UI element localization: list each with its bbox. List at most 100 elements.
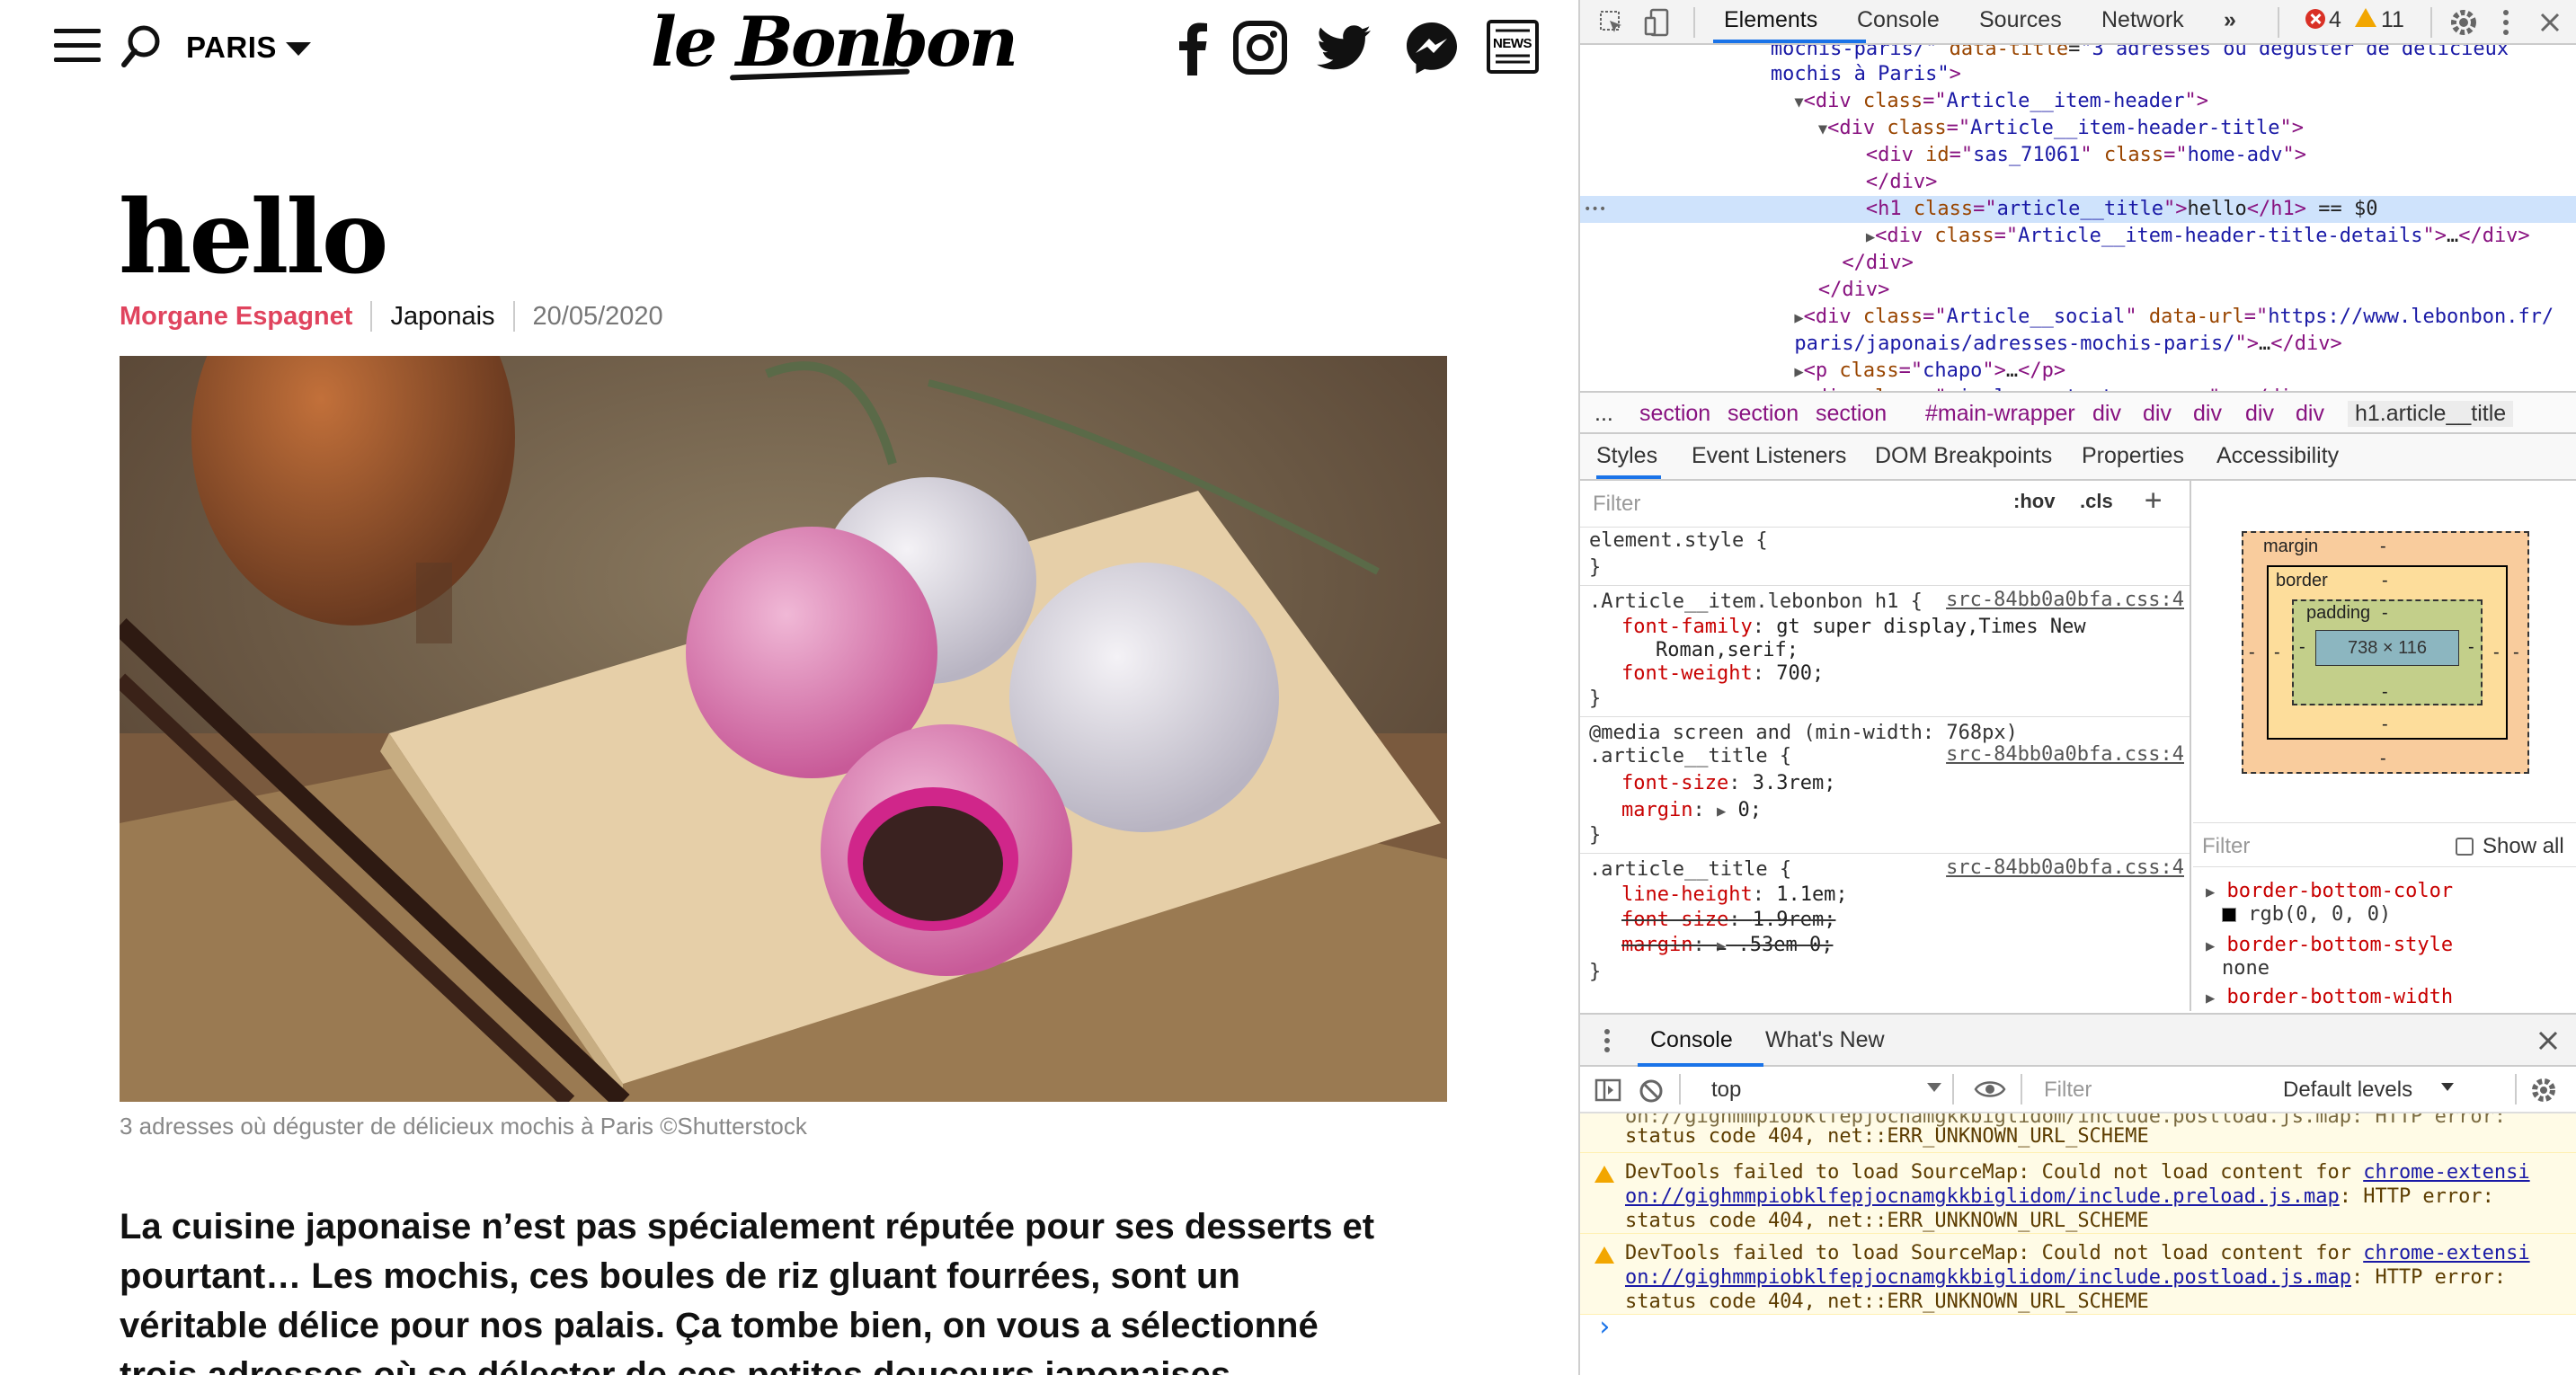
- padding-left-value[interactable]: -: [2299, 637, 2305, 658]
- stylesheet-link[interactable]: src-84bb0a0bfa.css:4: [1946, 856, 2184, 879]
- instagram-icon[interactable]: [1230, 18, 1290, 77]
- css-property[interactable]: font-size: [1621, 772, 1728, 794]
- styles-filter-input[interactable]: Filter: [1587, 489, 2001, 519]
- border-bottom-value[interactable]: -: [2382, 714, 2388, 735]
- city-selector[interactable]: PARIS: [186, 31, 311, 65]
- console-filter-input[interactable]: Filter: [2044, 1078, 2278, 1103]
- warning-icon[interactable]: [2355, 8, 2376, 27]
- drawer-tab-console[interactable]: Console: [1650, 1027, 1733, 1053]
- dom-node[interactable]: ▼<div class="Article__item-header">: [1580, 88, 2576, 115]
- tab-console[interactable]: Console: [1857, 7, 1940, 33]
- close-devtools-icon[interactable]: [2535, 7, 2565, 44]
- box-model-border[interactable]: border - - - - padding - - - - 738 × 116: [2267, 565, 2508, 740]
- box-model-margin[interactable]: margin - - - - border - - - - padding - …: [2242, 531, 2529, 774]
- live-expression-eye-icon[interactable]: [1974, 1078, 2006, 1107]
- rule-selector[interactable]: .Article__item.lebonbon h1 {: [1589, 589, 1923, 616]
- site-logo[interactable]: le Bonbon: [651, 2, 1018, 82]
- drawer-menu-icon[interactable]: [1598, 1027, 1616, 1060]
- breadcrumb-item[interactable]: section: [1639, 401, 1710, 427]
- computed-filter-input[interactable]: Filter: [2202, 834, 2250, 859]
- border-left-value[interactable]: -: [2274, 643, 2280, 663]
- expand-triangle-icon[interactable]: ▶: [2206, 883, 2215, 901]
- gear-icon[interactable]: [2448, 7, 2479, 44]
- css-value[interactable]: 1.1em;: [1776, 883, 1847, 906]
- css-value[interactable]: 0;: [1737, 799, 1762, 821]
- collapse-triangle-icon[interactable]: ▼: [1794, 93, 1803, 111]
- element-style-rule[interactable]: element.style {: [1589, 528, 1768, 554]
- rule-selector[interactable]: .article__title {: [1589, 743, 1791, 770]
- margin-bottom-value[interactable]: -: [2380, 749, 2386, 769]
- css-property[interactable]: font-weight: [1621, 662, 1753, 685]
- dom-node[interactable]: mochis-paris/" data-title="3 adresses où…: [1580, 45, 2576, 63]
- css-value[interactable]: gt super display,Times New: [1776, 616, 2085, 638]
- inspect-element-icon[interactable]: [1598, 9, 1625, 42]
- expand-triangle-icon[interactable]: ▶: [2206, 937, 2215, 955]
- console-settings-gear-icon[interactable]: [2529, 1076, 2558, 1111]
- more-vertical-icon[interactable]: [2497, 7, 2515, 44]
- border-right-value[interactable]: -: [2493, 643, 2500, 663]
- css-value[interactable]: 3.3rem;: [1753, 772, 1836, 794]
- warning-count[interactable]: 11: [2381, 7, 2404, 33]
- dom-node[interactable]: </div>: [1580, 277, 2576, 304]
- more-tabs-button[interactable]: »: [2224, 7, 2236, 33]
- source-link[interactable]: on://gighmmpiobklfepjocnamgkkbiglidom/in…: [1625, 1185, 2340, 1208]
- dom-node[interactable]: ▶<div class="simple-content-wrapper">…</…: [1580, 385, 2576, 391]
- dom-node[interactable]: ▶<div class="Article__item-header-title-…: [1580, 223, 2576, 250]
- new-rule-button[interactable]: +: [2145, 483, 2162, 517]
- dom-node[interactable]: </div>: [1580, 250, 2576, 277]
- breadcrumb-item[interactable]: div: [2193, 401, 2222, 427]
- expand-triangle-icon[interactable]: ▶: [1794, 363, 1803, 381]
- rule-selector[interactable]: .article__title {: [1589, 856, 1791, 883]
- tab-styles[interactable]: Styles: [1596, 443, 1657, 469]
- facebook-icon[interactable]: [1165, 18, 1224, 77]
- source-link[interactable]: chrome-extensi: [2363, 1242, 2529, 1264]
- messenger-icon[interactable]: [1402, 18, 1461, 77]
- css-value-overridden[interactable]: .53em 0;: [1737, 934, 1833, 956]
- expand-triangle-icon[interactable]: ▶: [1866, 228, 1875, 246]
- clear-console-icon[interactable]: [1638, 1078, 1665, 1111]
- border-top-value[interactable]: -: [2382, 571, 2388, 591]
- drawer-tab-whats-new[interactable]: What's New: [1765, 1027, 1885, 1053]
- tab-properties[interactable]: Properties: [2082, 443, 2184, 469]
- breadcrumb-item[interactable]: h1.article__title: [2348, 401, 2514, 427]
- tab-network[interactable]: Network: [2101, 7, 2184, 33]
- css-property[interactable]: font-family: [1621, 616, 1753, 638]
- error-icon[interactable]: [2305, 9, 2325, 29]
- margin-right-value[interactable]: -: [2513, 643, 2519, 663]
- breadcrumb-item[interactable]: section: [1816, 401, 1887, 427]
- box-model-content-size[interactable]: 738 × 116: [2315, 630, 2459, 666]
- selected-dom-node[interactable]: <h1 class="article__title">hello</h1> ==…: [1580, 196, 2576, 223]
- source-link[interactable]: on://gighmmpiobklfepjocnamgkkbiglidom/in…: [1625, 1266, 2351, 1289]
- css-value[interactable]: 700;: [1776, 662, 1824, 685]
- breadcrumb-item[interactable]: #main-wrapper: [1925, 401, 2075, 427]
- twitter-icon[interactable]: [1315, 18, 1374, 77]
- tab-dom-breakpoints[interactable]: DOM Breakpoints: [1875, 443, 2052, 469]
- css-property[interactable]: margin: [1621, 799, 1692, 821]
- css-value-overridden[interactable]: 1.9rem;: [1753, 909, 1836, 931]
- dom-node[interactable]: paris/japonais/adresses-mochis-paris/">……: [1580, 331, 2576, 358]
- css-value[interactable]: Roman,serif;: [1656, 639, 1799, 661]
- console-context-select[interactable]: top: [1711, 1078, 1741, 1103]
- author-link[interactable]: Morgane Espagnet: [120, 302, 352, 332]
- computed-property-name[interactable]: border-bottom-color: [2227, 880, 2454, 902]
- expand-triangle-icon[interactable]: ▶: [1794, 309, 1803, 327]
- padding-bottom-value[interactable]: -: [2382, 682, 2388, 703]
- category-link[interactable]: Japonais: [390, 302, 494, 332]
- padding-top-value[interactable]: -: [2382, 603, 2388, 624]
- search-icon[interactable]: [119, 22, 165, 72]
- dom-node[interactable]: ▶<div class="Article__social" data-url="…: [1580, 304, 2576, 331]
- dom-node[interactable]: mochis à Paris">: [1580, 61, 2576, 88]
- css-property-overridden[interactable]: font-size: [1621, 909, 1728, 931]
- expand-triangle-icon[interactable]: ▶: [2206, 989, 2215, 1007]
- news-icon[interactable]: NEWS: [1487, 20, 1539, 74]
- breadcrumb-item[interactable]: div: [2143, 401, 2172, 427]
- hov-toggle[interactable]: :hov: [2013, 490, 2055, 513]
- error-count[interactable]: 4: [2329, 7, 2341, 33]
- tab-accessibility[interactable]: Accessibility: [2216, 443, 2339, 469]
- chevron-down-icon[interactable]: [1927, 1083, 1941, 1092]
- stylesheet-link[interactable]: src-84bb0a0bfa.css:4: [1946, 743, 2184, 766]
- css-property-overridden[interactable]: margin: [1621, 934, 1692, 956]
- computed-property-name[interactable]: border-bottom-width: [2227, 986, 2454, 1008]
- breadcrumb-item[interactable]: ...: [1594, 401, 1613, 427]
- expand-triangle-icon[interactable]: ▶: [1717, 937, 1726, 955]
